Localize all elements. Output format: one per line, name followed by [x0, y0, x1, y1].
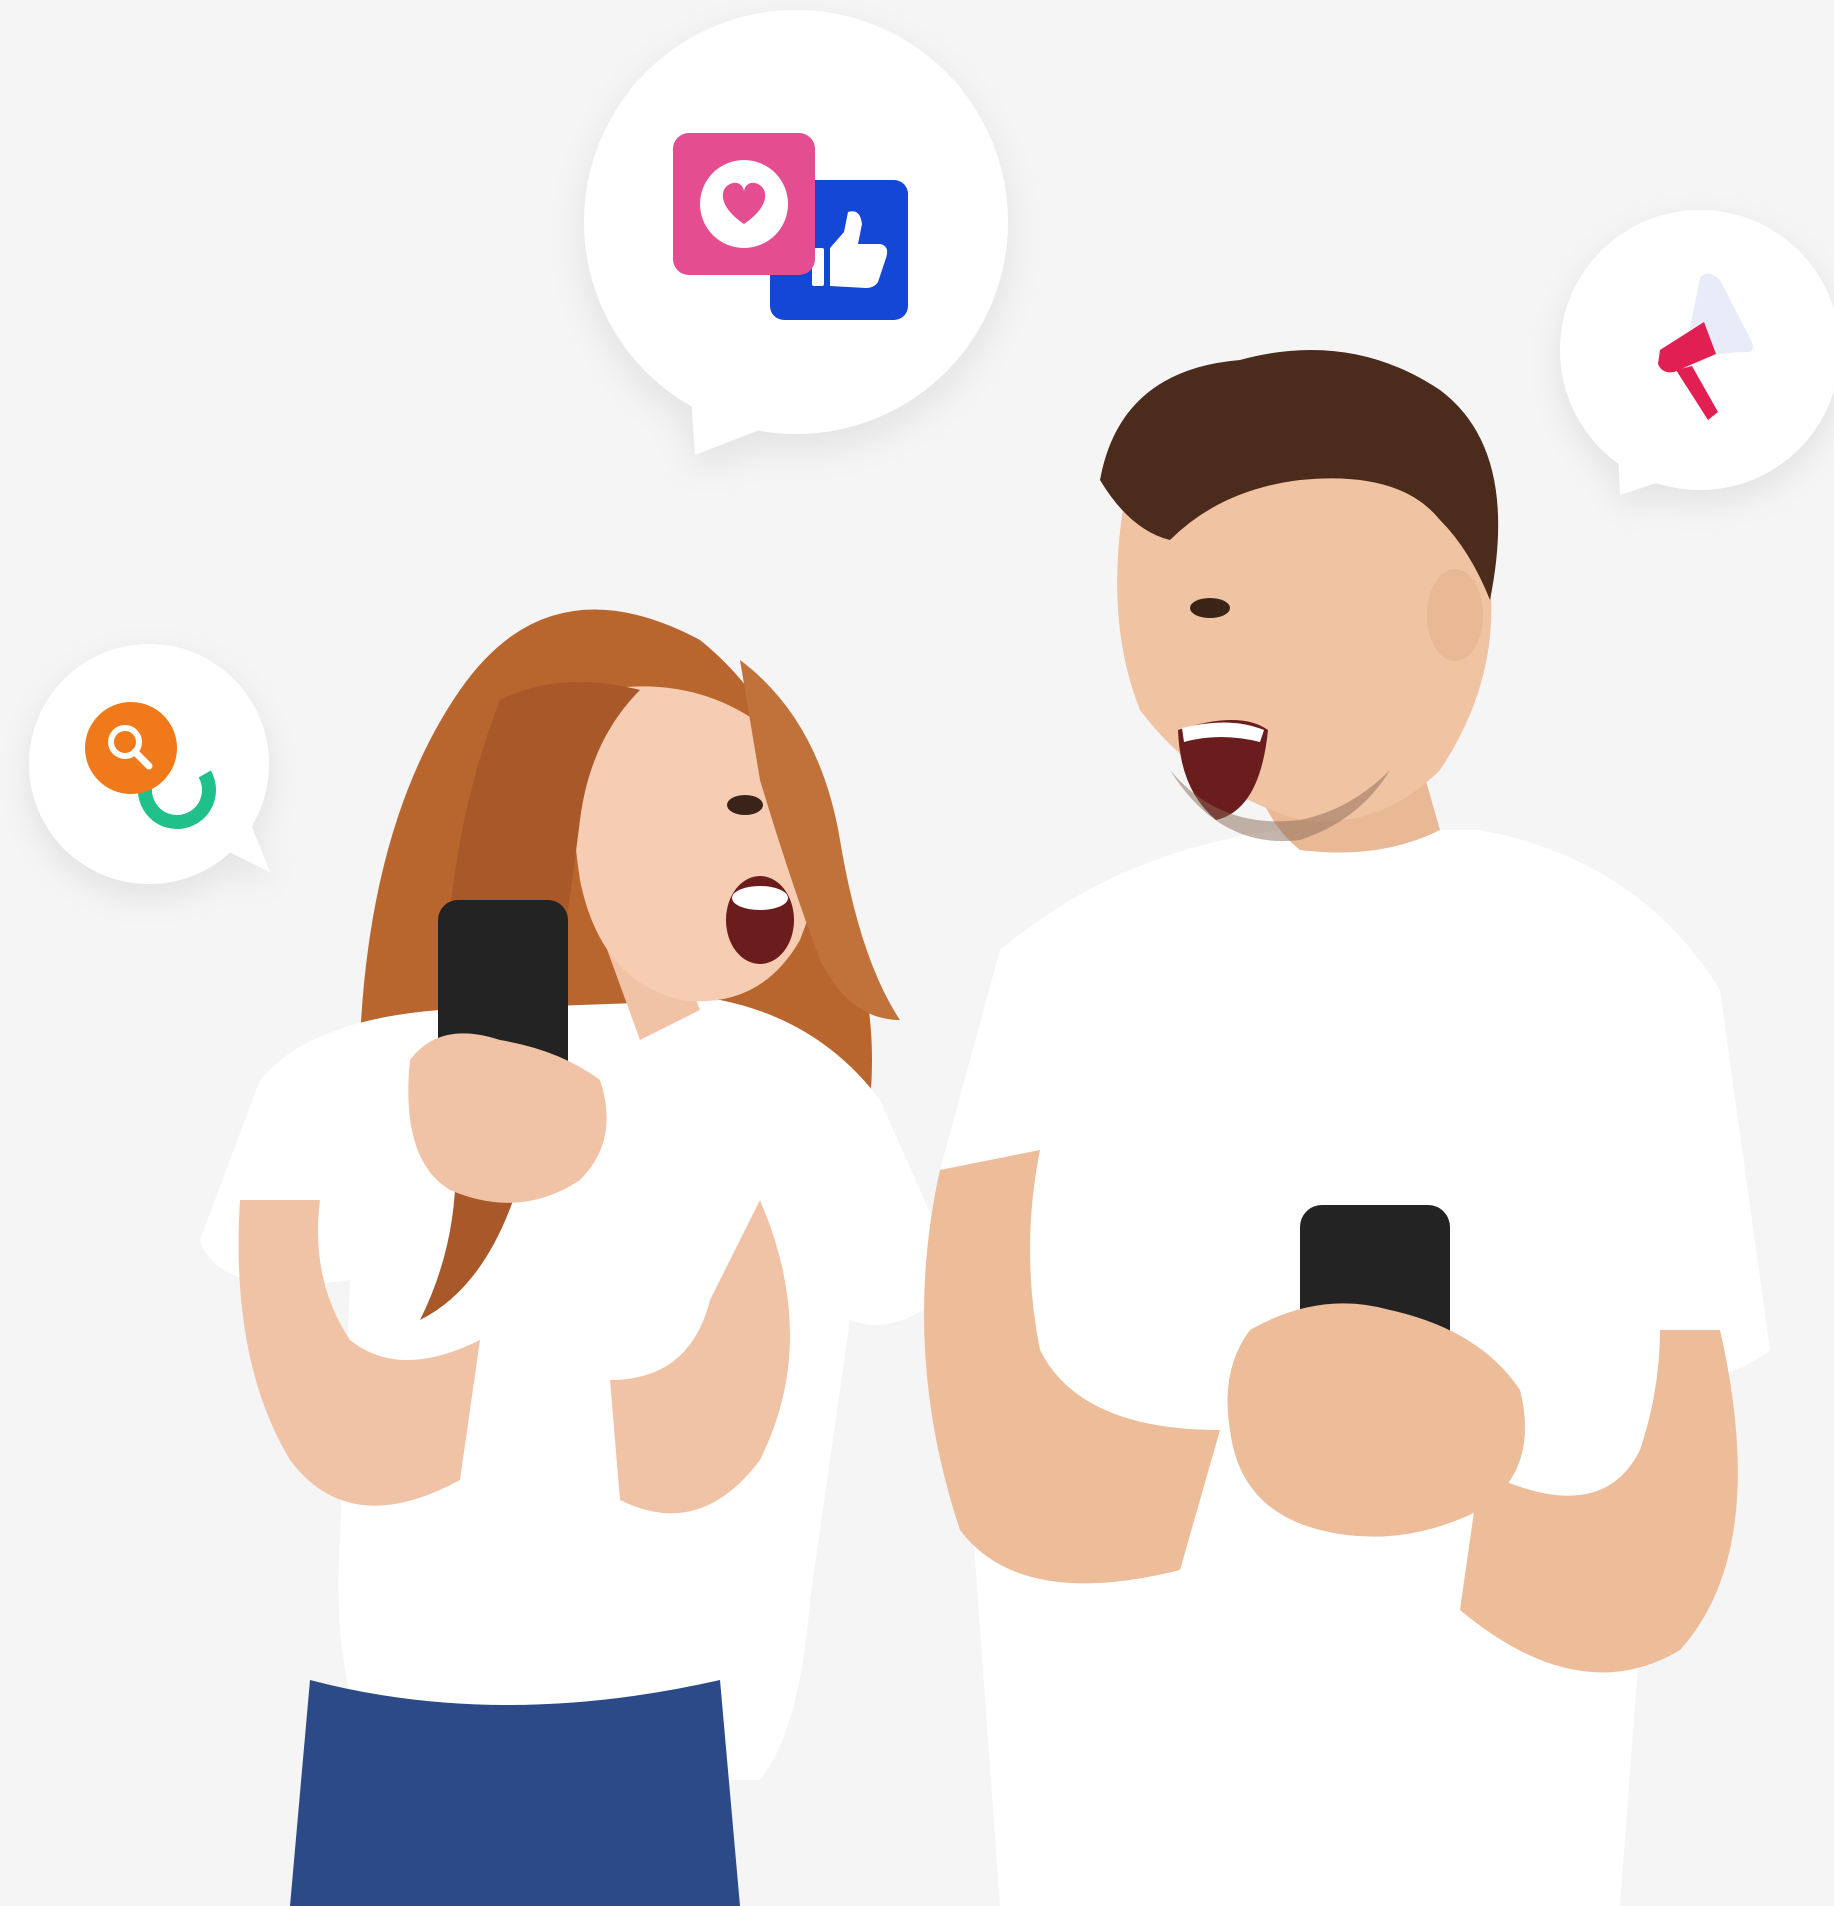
search-icon — [85, 702, 177, 794]
man-with-phone — [924, 350, 1770, 1906]
woman-with-phone — [200, 609, 960, 1906]
heart-icon — [673, 133, 815, 275]
photo-scene — [0, 0, 1834, 1906]
